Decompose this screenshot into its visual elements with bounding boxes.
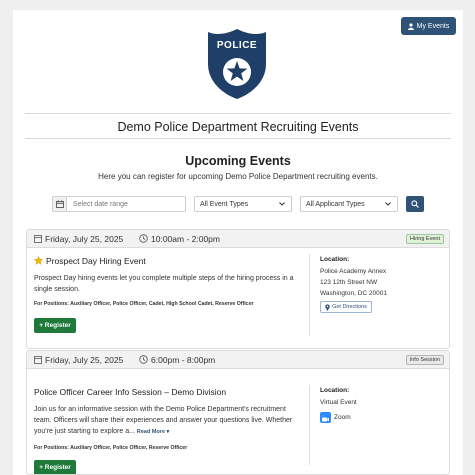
event-type-select[interactable]: All Event Types [194, 196, 292, 212]
my-events-label: My Events [416, 22, 450, 30]
event-positions: For Positions: Auxiliary Officer, Police… [34, 445, 188, 451]
register-label: Register [44, 322, 71, 329]
event-card-header: Friday, July 25, 2025 10:00am - 2:00pm H… [27, 230, 449, 248]
event-type-badge: Info Session [405, 355, 444, 365]
calendar-button[interactable] [52, 196, 67, 212]
event-type-badge: Hiring Event [406, 234, 444, 244]
location-line: Washington, DC 20001 [320, 290, 387, 297]
upcoming-events-subtitle: Here you can register for upcoming Demo … [98, 172, 378, 181]
get-directions-label: Get Directions [332, 304, 367, 310]
location-line: 123 12th Street NW [320, 279, 378, 286]
date-range-input[interactable]: Select date range [67, 196, 186, 212]
event-description: Prospect Day hiring events let you compl… [34, 275, 294, 293]
map-pin-icon [325, 303, 330, 311]
location-label: Location: [320, 387, 350, 394]
applicant-type-select[interactable]: All Applicant Types [300, 196, 398, 212]
chevron-down-icon [279, 202, 285, 206]
divider [309, 385, 310, 465]
event-type-value: All Event Types [200, 200, 249, 208]
calendar-icon [34, 235, 42, 243]
platform-label: Zoom [334, 414, 351, 421]
star-icon [34, 256, 43, 265]
event-title[interactable]: Prospect Day Hiring Event [46, 256, 146, 266]
clock-icon [139, 234, 148, 243]
event-card-header: Friday, July 25, 2025 6:00pm - 8:00pm In… [27, 351, 449, 369]
register-button[interactable]: + Register [34, 318, 76, 333]
page: My Events POLICE Demo Police Department … [13, 10, 463, 475]
event-time: 6:00pm - 8:00pm [151, 355, 216, 365]
user-icon [407, 22, 414, 30]
zoom-icon [320, 412, 331, 423]
event-date: Friday, July 25, 2025 [45, 234, 124, 244]
event-date: Friday, July 25, 2025 [45, 355, 124, 365]
search-button[interactable] [406, 196, 424, 212]
clock-icon [139, 355, 148, 364]
register-label: Register [44, 464, 71, 471]
location-line: Virtual Event [320, 399, 357, 406]
my-events-button[interactable]: My Events [401, 17, 456, 35]
calendar-icon [34, 356, 42, 364]
chevron-down-icon [385, 202, 391, 206]
register-button[interactable]: + Register [34, 460, 76, 474]
divider [25, 113, 451, 114]
upcoming-events-title: Upcoming Events [185, 154, 291, 168]
get-directions-button[interactable]: Get Directions [320, 301, 372, 313]
calendar-icon [55, 200, 64, 208]
event-card: Friday, July 25, 2025 6:00pm - 8:00pm In… [26, 350, 450, 475]
applicant-type-value: All Applicant Types [306, 200, 365, 208]
event-title[interactable]: Police Officer Career Info Session – Dem… [34, 387, 226, 397]
read-more-link[interactable]: Read More ▾ [137, 429, 169, 435]
divider [25, 138, 451, 139]
location-label: Location: [320, 256, 350, 263]
event-time: 10:00am - 2:00pm [151, 234, 220, 244]
video-camera-icon [322, 417, 329, 422]
search-icon [411, 200, 419, 208]
event-card: Friday, July 25, 2025 10:00am - 2:00pm H… [26, 229, 450, 349]
event-description: Join us for an informative session with … [34, 404, 302, 438]
police-badge-logo [208, 29, 266, 99]
badge-text: POLICE [216, 40, 258, 51]
event-positions: For Positions: Auxiliary Officer, Police… [34, 301, 254, 307]
location-line: Police Academy Annex [320, 268, 387, 275]
divider [309, 254, 310, 336]
department-title: Demo Police Department Recruiting Events [117, 120, 359, 134]
